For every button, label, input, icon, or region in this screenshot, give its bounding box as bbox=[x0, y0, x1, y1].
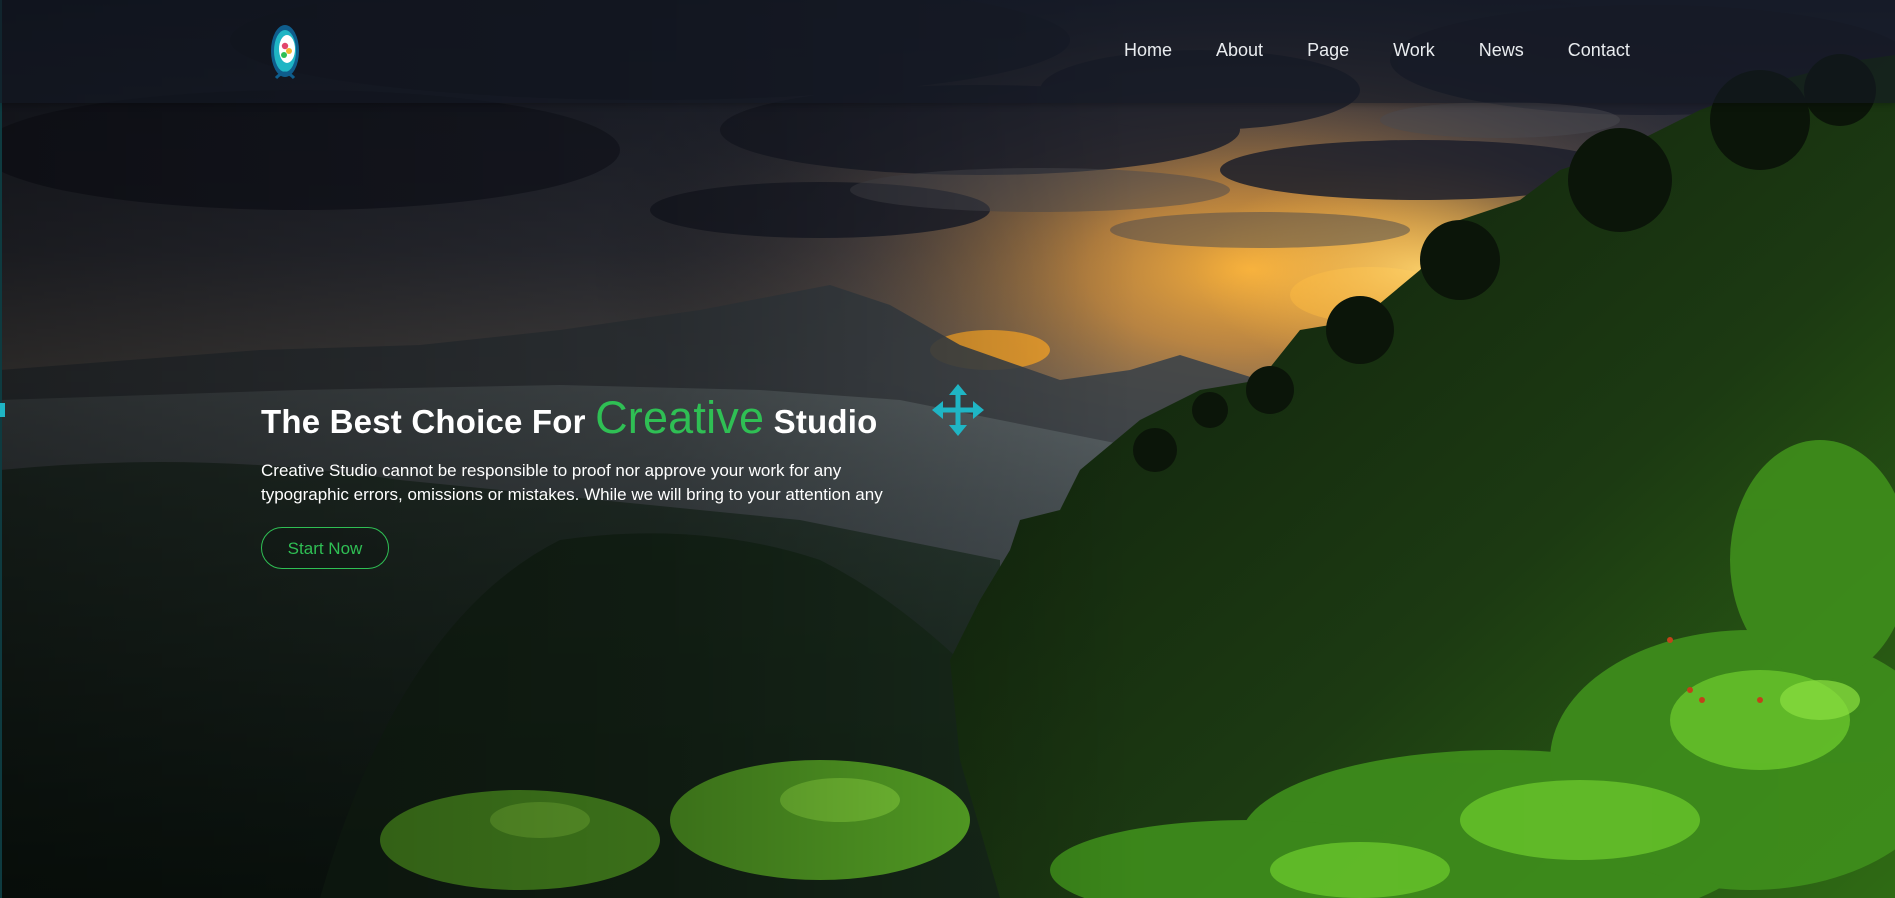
headline-prefix: The Best Choice For bbox=[261, 403, 586, 440]
nav-contact[interactable]: Contact bbox=[1568, 38, 1630, 62]
nav-about[interactable]: About bbox=[1216, 38, 1263, 62]
headline-accent-word: Creative bbox=[595, 392, 765, 443]
hero-description: Creative Studio cannot be responsible to… bbox=[261, 461, 883, 504]
headline-suffix: Studio bbox=[773, 403, 878, 440]
nav-page[interactable]: Page bbox=[1307, 38, 1349, 62]
move-arrows-icon[interactable] bbox=[931, 383, 985, 437]
circular-emblem-logo-icon[interactable] bbox=[268, 20, 302, 82]
left-edge-bar bbox=[0, 0, 2, 898]
nav-home[interactable]: Home bbox=[1124, 38, 1172, 62]
left-edge-marker bbox=[0, 403, 5, 417]
site-header: Home About Page Work News Contact bbox=[0, 0, 1895, 103]
hero-headline: The Best Choice For Creative Studio bbox=[261, 388, 877, 452]
start-now-button[interactable]: Start Now bbox=[261, 527, 389, 569]
nav-work[interactable]: Work bbox=[1393, 38, 1435, 62]
main-navigation: Home About Page Work News Contact bbox=[1124, 38, 1630, 62]
hero-section: Home About Page Work News Contact The Be… bbox=[0, 0, 1895, 898]
nav-news[interactable]: News bbox=[1479, 38, 1524, 62]
